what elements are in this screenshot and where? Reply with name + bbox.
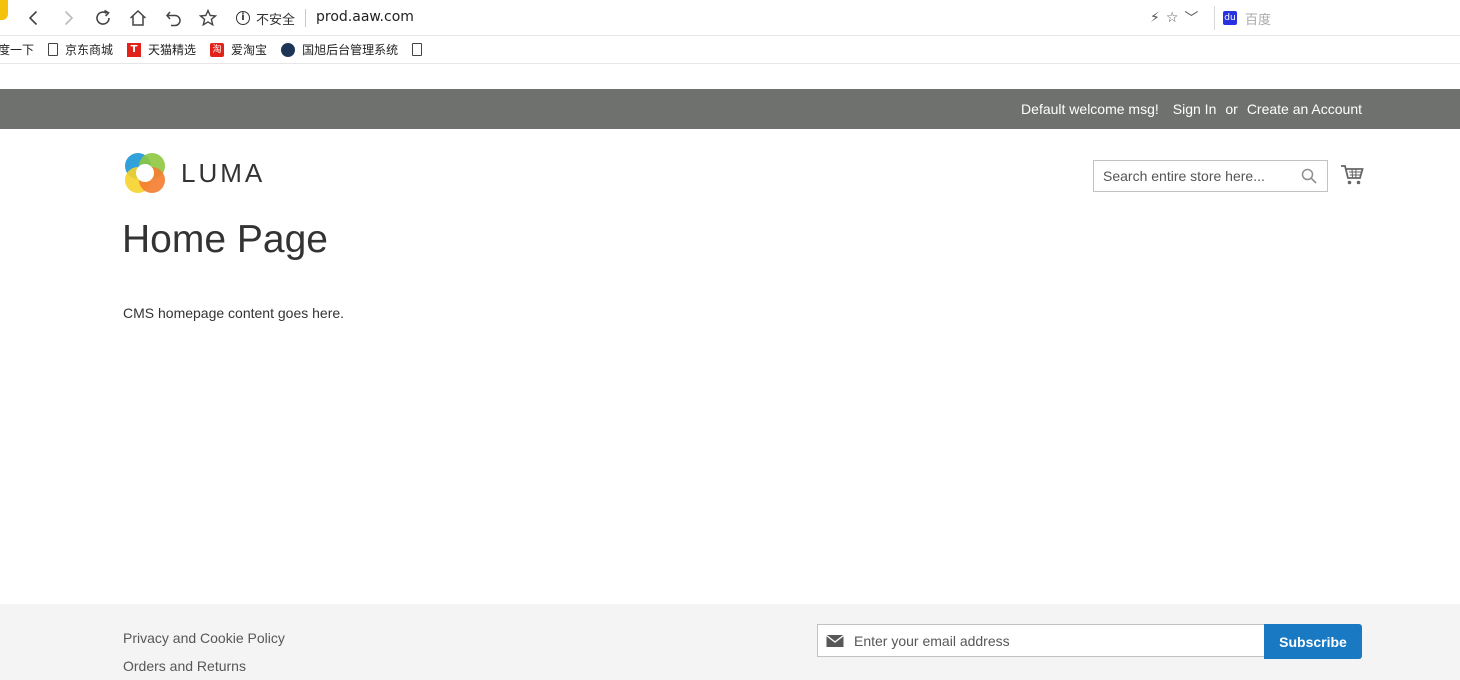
lightning-icon[interactable]: ⚡ <box>1150 10 1160 26</box>
search-icon[interactable] <box>1301 168 1317 184</box>
luma-logo-icon <box>125 153 165 193</box>
page-top-spacer <box>0 64 1460 89</box>
page-icon <box>412 43 423 56</box>
bookmark-label: 度一下 <box>0 43 35 57</box>
browser-tab-edge[interactable] <box>0 0 8 20</box>
forward-button[interactable] <box>56 6 80 30</box>
bookmark-label: 天猫精选 <box>148 43 197 57</box>
header-links: Default welcome msg! Sign In or Create a… <box>1007 89 1362 129</box>
page-icon <box>48 43 59 56</box>
star-icon <box>198 8 218 27</box>
page-footer: Privacy and Cookie Policy Orders and Ret… <box>0 604 1460 680</box>
home-icon <box>129 9 147 26</box>
or-text: or <box>1225 101 1238 117</box>
address-divider <box>305 9 306 27</box>
home-button[interactable] <box>126 6 150 30</box>
search-engine-box[interactable]: du 百度 <box>1214 6 1271 30</box>
address-bar[interactable]: prod.aaw.com <box>316 9 414 25</box>
favorite-star-icon[interactable]: ☆ <box>1166 10 1179 26</box>
welcome-message: Default welcome msg! <box>1021 101 1159 117</box>
info-icon: i <box>236 11 250 25</box>
panel-header: Default welcome msg! Sign In or Create a… <box>0 89 1460 129</box>
search-engine-label: 百度 <box>1245 12 1272 28</box>
forward-icon <box>64 10 74 26</box>
newsletter-email-input[interactable] <box>854 625 1264 656</box>
gx-icon <box>281 42 296 57</box>
newsletter-field <box>817 624 1265 657</box>
back-icon <box>28 10 38 26</box>
undo-icon <box>166 11 181 27</box>
subscribe-button[interactable]: Subscribe <box>1264 624 1362 659</box>
bookmark-item[interactable] <box>412 43 429 56</box>
security-label: 不安全 <box>256 12 296 28</box>
back-button[interactable] <box>22 6 46 30</box>
bookmark-label: 京东商城 <box>65 43 114 57</box>
bookmark-item[interactable]: 京东商城 <box>48 41 113 58</box>
envelope-icon <box>826 634 844 647</box>
bookmark-star-button[interactable] <box>196 6 220 30</box>
sign-in-link[interactable]: Sign In <box>1173 101 1217 117</box>
bookmark-item[interactable]: 度一下 <box>0 41 34 58</box>
bookmark-item[interactable]: 淘 爱淘宝 <box>210 41 267 58</box>
bookmark-item[interactable]: T 天猫精选 <box>127 41 196 58</box>
cart-icon[interactable] <box>1340 163 1364 187</box>
page-title: Home Page <box>122 218 328 261</box>
bookmark-label: 国旭后台管理系统 <box>302 43 399 57</box>
bookmark-item[interactable]: 国旭后台管理系统 <box>281 41 398 58</box>
bookmark-label: 爱淘宝 <box>231 43 268 57</box>
browser-toolbar: i 不安全 prod.aaw.com ⚡ ☆ ﹀ du 百度 <box>0 0 1460 36</box>
store-search <box>1093 160 1328 192</box>
taobao-icon: 淘 <box>210 42 225 57</box>
create-account-link[interactable]: Create an Account <box>1247 101 1362 117</box>
logo-text: LUMA <box>181 157 266 188</box>
address-tools: ⚡ ☆ ﹀ <box>1150 8 1198 28</box>
orders-returns-link[interactable]: Orders and Returns <box>123 652 285 680</box>
tmall-icon: T <box>127 42 142 57</box>
undo-close-button[interactable] <box>162 6 186 30</box>
chevron-down-icon[interactable]: ﹀ <box>1184 8 1198 28</box>
store-logo[interactable]: LUMA <box>123 151 265 195</box>
baidu-icon: du <box>1223 11 1237 25</box>
reload-button[interactable] <box>91 6 115 30</box>
search-input[interactable] <box>1094 161 1294 191</box>
cms-content: CMS homepage content goes here. <box>123 305 345 321</box>
reload-icon <box>96 9 110 25</box>
privacy-policy-link[interactable]: Privacy and Cookie Policy <box>123 624 285 652</box>
bookmarks-bar: 度一下 京东商城 T 天猫精选 淘 爱淘宝 国旭后台管理系统 <box>0 36 1460 64</box>
footer-links: Privacy and Cookie Policy Orders and Ret… <box>123 624 285 680</box>
security-indicator[interactable]: i 不安全 <box>236 9 296 28</box>
